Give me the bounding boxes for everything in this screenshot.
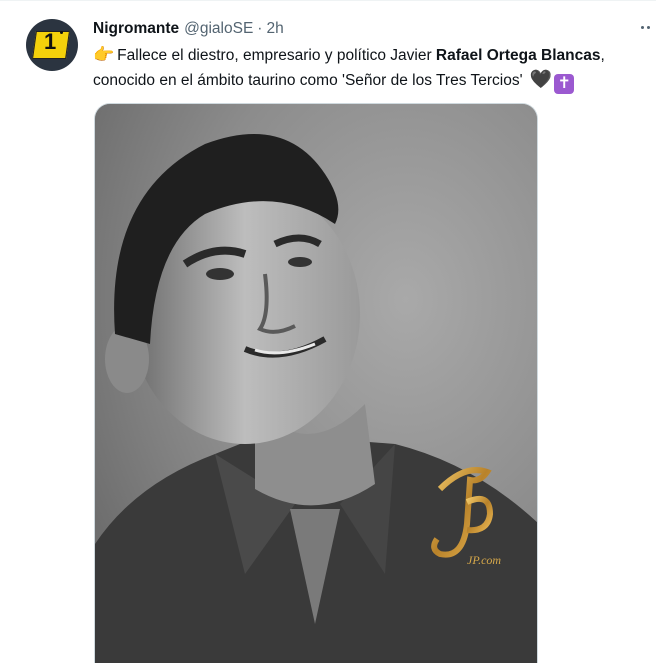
tweet-header: Nigromante @gialoSE · 2h	[93, 18, 284, 40]
tweet-text-line-2: conocido en el ámbito taurino como 'Seño…	[93, 67, 656, 94]
latin-cross-icon: ✝	[554, 74, 575, 94]
text-segment-end: ,	[600, 47, 605, 64]
text-segment-2: conocido en el ámbito taurino como 'Seño…	[93, 72, 523, 89]
pointing-hand-icon: 👉	[93, 45, 115, 64]
watermark-text: JP.com	[467, 553, 501, 567]
text-bold-name: Rafael Ortega Blancas	[435, 47, 601, 64]
tweet-photo[interactable]: JP.com	[94, 103, 538, 663]
portrait-photo-icon: JP.com	[95, 104, 537, 663]
timestamp[interactable]: 2h	[266, 20, 283, 38]
tweet-text-line-1: 👉 Fallece el diestro, empresario y políti…	[93, 43, 656, 67]
separator: ·	[257, 20, 263, 37]
user-handle[interactable]: @gialoSE	[184, 20, 253, 38]
more-options-icon[interactable]	[641, 26, 655, 30]
display-name[interactable]: Nigromante	[93, 20, 179, 38]
text-segment: Fallece el diestro, empresario y polític…	[117, 47, 436, 64]
avatar-number: 1	[44, 29, 57, 54]
avatar-badge-mark	[60, 31, 63, 34]
tweet-card[interactable]: 1 Nigromante @gialoSE · 2h 👉 Fallece el d…	[0, 0, 656, 663]
divider	[0, 0, 656, 1]
tweet-text: 👉 Fallece el diestro, empresario y políti…	[93, 43, 656, 94]
avatar[interactable]: 1	[26, 19, 78, 71]
black-heart-icon: 🖤	[529, 69, 553, 89]
